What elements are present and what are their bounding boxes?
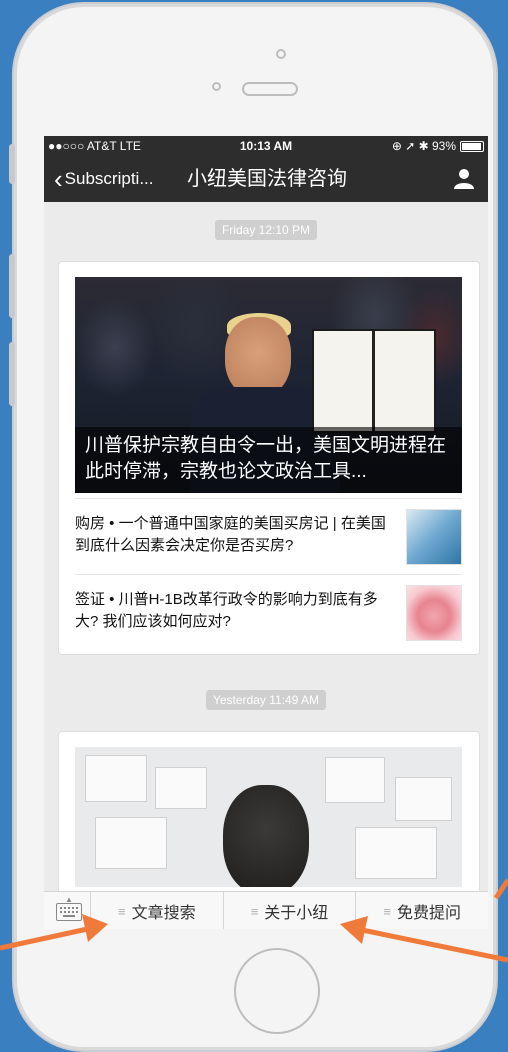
main-article-title[interactable]: 川普保护宗教自由令一出，美国文明进程在此时停滞，宗教也论文政治工具... xyxy=(75,427,462,493)
front-camera xyxy=(276,49,286,59)
menu-free-question[interactable]: ≡ 免费提问 xyxy=(356,892,488,929)
wall-paper xyxy=(95,817,167,869)
status-right: ⊕ ➚ ✱ 93% xyxy=(392,136,484,156)
back-button[interactable]: ‹ Subscripti... xyxy=(54,156,153,202)
menu-label: 关于小纽 xyxy=(264,905,329,922)
hero-face xyxy=(225,317,291,397)
volume-up-button xyxy=(9,254,15,318)
menu-label: 免费提问 xyxy=(396,905,461,922)
page-title: 小纽美国法律咨询 xyxy=(187,168,347,190)
chevron-left-icon: ‹ xyxy=(54,164,63,194)
list-item[interactable]: 购房 • 一个普通中国家庭的美国买房记 | 在美国到底什么因素会决定你是否买房? xyxy=(75,498,462,575)
menu-article-search[interactable]: ≡ 文章搜索 xyxy=(91,892,224,929)
nav-bar: ‹ Subscripti... 小纽美国法律咨询 xyxy=(44,156,488,202)
earpiece xyxy=(242,82,298,96)
keyboard-icon xyxy=(56,903,82,921)
menu-lines-icon: ≡ xyxy=(250,903,259,919)
home-button[interactable] xyxy=(234,948,320,1034)
menu-lines-icon: ≡ xyxy=(383,903,391,919)
wall-paper xyxy=(395,777,452,821)
mute-switch xyxy=(9,144,15,184)
sub-article-title[interactable]: 签证 • 川普H-1B改革行政令的影响力到底有多大? 我们应该如何应对? xyxy=(75,589,395,633)
user-profile-icon[interactable] xyxy=(454,168,474,190)
main-article-image[interactable]: 川普保护宗教自由令一出，美国文明进程在此时停滞，宗教也论文政治工具... xyxy=(75,277,462,493)
person-head xyxy=(223,785,309,887)
second-article-image[interactable] xyxy=(75,747,462,887)
building-thumbnail xyxy=(406,509,462,565)
sub-article-title[interactable]: 购房 • 一个普通中国家庭的美国买房记 | 在美国到底什么因素会决定你是否买房? xyxy=(75,513,395,557)
arrow-line-right xyxy=(493,878,508,900)
keyboard-toggle[interactable]: ▲ xyxy=(44,892,91,929)
proximity-sensor xyxy=(212,82,221,91)
menu-lines-icon: ≡ xyxy=(118,903,126,919)
hero-document xyxy=(312,329,436,433)
status-indicators: ⊕ ➚ ✱ 93% xyxy=(391,139,456,153)
timestamp-badge: Friday 12:10 PM xyxy=(214,220,318,240)
menu-about[interactable]: ≡ 关于小纽 xyxy=(224,892,357,929)
status-bar: ●●○○○ AT&T LTE 10:13 AM ⊕ ➚ ✱ 93% xyxy=(44,136,488,156)
screen: ●●○○○ AT&T LTE 10:13 AM ⊕ ➚ ✱ 93% ‹ Subs… xyxy=(44,136,488,929)
back-label: Subscripti... xyxy=(64,169,154,188)
wall-paper xyxy=(355,827,437,879)
volume-down-button xyxy=(9,342,15,406)
wall-paper xyxy=(85,755,147,802)
wall-paper xyxy=(155,767,207,809)
menu-label: 文章搜索 xyxy=(131,905,196,922)
face-thumbnail xyxy=(406,585,462,641)
list-item[interactable]: 签证 • 川普H-1B改革行政令的影响力到底有多大? 我们应该如何应对? xyxy=(75,574,462,653)
wall-paper xyxy=(325,757,385,803)
timestamp-badge: Yesterday 11:49 AM xyxy=(205,690,327,710)
battery-icon xyxy=(460,140,484,152)
bottom-menu: ▲ ≡ 文章搜索 ≡ 关于小纽 ≡ 免费提问 xyxy=(44,891,488,929)
article-card[interactable]: 川普保护宗教自由令一出，美国文明进程在此时停滞，宗教也论文政治工具... 购房 … xyxy=(58,261,480,655)
